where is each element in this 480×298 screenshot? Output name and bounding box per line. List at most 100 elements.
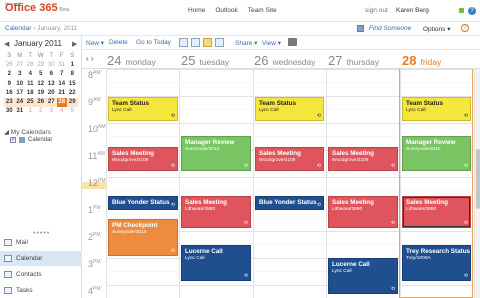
view-button[interactable]: View ▾ <box>262 39 281 47</box>
mini-calendar-day[interactable]: 30 <box>4 107 15 116</box>
mini-calendar-day[interactable]: 1 <box>25 107 36 116</box>
calendar-event-selected[interactable]: Sales Meeting Lithware/3890 ⟲ <box>402 196 471 228</box>
mini-calendar-day[interactable]: 2 <box>4 70 15 79</box>
calendar-event[interactable]: Sales Meeting Lithware/3890 ⟲ <box>181 196 251 228</box>
calendar-event[interactable]: Team Status Lync Call ⟲ <box>108 97 178 121</box>
mini-calendar-day[interactable]: 17 <box>15 89 26 98</box>
nav-home-link[interactable]: Home <box>188 7 205 14</box>
mini-calendar-day[interactable]: 4 <box>25 70 36 79</box>
nav-item-contacts[interactable]: Contacts <box>0 267 82 282</box>
go-to-today-button[interactable]: Go to Today <box>136 39 171 46</box>
mini-calendar-day[interactable]: 6 <box>46 70 57 79</box>
breadcrumb-calendar-link[interactable]: Calendar <box>5 25 31 32</box>
calendar-event[interactable]: Team Status Lync Call ⟲ <box>402 97 471 121</box>
scrollbar-thumb[interactable] <box>476 149 480 209</box>
day-header-wednesday[interactable]: 26 wednesday <box>254 53 315 68</box>
day-header-tuesday[interactable]: 25 tuesday <box>181 53 229 68</box>
mini-calendar-day[interactable]: 26 <box>4 61 15 70</box>
mini-calendar-day[interactable]: 10 <box>15 80 26 89</box>
find-someone-link[interactable]: Find Someone <box>369 25 411 32</box>
print-icon[interactable] <box>288 38 297 46</box>
day-view-icon[interactable] <box>179 38 188 47</box>
nav-teamsite-link[interactable]: Team Site <box>248 7 277 14</box>
mini-calendar-day[interactable]: 23 <box>4 97 15 108</box>
mini-calendar-day[interactable]: 7 <box>57 70 68 79</box>
calendar-list-item[interactable]: ✓ Calendar <box>10 137 52 143</box>
nav-item-tasks[interactable]: Tasks <box>0 283 82 298</box>
mini-calendar-day[interactable]: 14 <box>57 80 68 89</box>
calendar-checkbox[interactable]: ✓ <box>10 137 16 143</box>
calendar-event[interactable]: Team Status Lync Call ⟲ <box>255 97 324 121</box>
mini-calendar-day[interactable]: 21 <box>57 89 68 98</box>
mini-calendar-day[interactable]: 20 <box>46 89 57 98</box>
mini-calendar-day[interactable]: 8 <box>67 70 78 79</box>
mini-calendar-next-icon[interactable]: ▶ <box>72 40 77 48</box>
mini-calendar-day[interactable]: 11 <box>25 80 36 89</box>
mini-calendar-day[interactable]: 5 <box>67 107 78 116</box>
week-view-icon[interactable] <box>203 38 212 47</box>
nav-item-mail[interactable]: Mail <box>0 235 82 250</box>
mini-calendar-day[interactable]: 24 <box>14 97 25 108</box>
calendar-event[interactable]: Sales Meeting Woodgrove/2109 ⟲ <box>108 147 178 171</box>
sign-out-link[interactable]: sign out <box>365 7 388 14</box>
calendar-event[interactable]: Manager Review Sunnyvale/2010 ⟲ <box>402 136 471 171</box>
my-calendars-header[interactable]: ◢ My Calendars <box>4 128 51 136</box>
mini-calendar-day[interactable]: 15 <box>67 80 78 89</box>
calendar-event[interactable]: Sales Meeting Woodgrove/2109 ⟲ <box>255 147 324 171</box>
calendar-event[interactable]: Sales Meeting Woodgrove/2109 ⟲ <box>328 147 398 171</box>
week-time-grid[interactable]: 8AM 9AM 10AM 11AM 12PM 1PM 2PM 3PM 4PM T… <box>82 69 474 298</box>
vertical-scrollbar[interactable] <box>474 69 480 298</box>
calendar-event[interactable]: Manager Review Sunnyvale/2010 ⟲ <box>181 136 251 171</box>
calendar-event[interactable]: Blue Yonder Status ⟲ <box>108 196 178 210</box>
mini-calendar-day[interactable]: 12 <box>36 80 47 89</box>
work-week-view-icon[interactable] <box>191 38 200 47</box>
mini-calendar-day[interactable]: 18 <box>25 89 36 98</box>
mini-calendar-day[interactable]: 31 <box>15 107 26 116</box>
mini-calendar-day[interactable]: 2 <box>36 107 47 116</box>
calendar-event[interactable]: Sales Meeting Lithware/3890 ⟲ <box>328 196 398 228</box>
help-question-icon[interactable]: ? <box>461 24 469 32</box>
mini-calendar-day[interactable]: 1 <box>67 61 78 70</box>
mini-calendar-day[interactable]: 29 <box>67 97 78 108</box>
help-icon[interactable]: ? <box>468 7 476 15</box>
mini-calendar-day[interactable]: 27 <box>46 97 57 108</box>
delete-button[interactable]: Delete <box>109 39 128 46</box>
recurring-icon: ⟲ <box>170 202 175 208</box>
calendar-event[interactable]: Blue Yonder Status ⟲ <box>255 196 324 210</box>
nav-outlook-link[interactable]: Outlook <box>215 7 237 14</box>
day-header-monday[interactable]: 24 monday <box>107 53 156 68</box>
mini-calendar-today[interactable]: 28 <box>56 97 67 108</box>
options-menu[interactable]: Options ▾ <box>423 25 450 33</box>
office365-logo[interactable]: Microsoft Office 365 Beta <box>5 1 70 14</box>
nav-item-calendar[interactable]: Calendar <box>0 251 82 266</box>
mini-calendar-day[interactable]: 3 <box>15 70 26 79</box>
mini-calendar-day[interactable]: 5 <box>36 70 47 79</box>
mini-calendar-day[interactable]: 9 <box>4 80 15 89</box>
mini-calendar-day[interactable]: 31 <box>57 61 68 70</box>
address-book-icon[interactable] <box>357 25 364 32</box>
mini-calendar-prev-icon[interactable]: ◀ <box>4 40 9 48</box>
calendar-event[interactable]: PM Checkpoint Sunnyvale/2010 ⟲ <box>108 219 178 256</box>
month-view-icon[interactable] <box>215 38 224 47</box>
calendar-event[interactable]: Lucerne Call Lync Call ⟲ <box>181 245 251 281</box>
day-header-thursday[interactable]: 27 thursday <box>328 53 379 68</box>
share-button[interactable]: Share ▾ <box>235 39 257 47</box>
mini-calendar-day[interactable]: 19 <box>36 89 47 98</box>
day-header-friday[interactable]: 28 friday <box>402 53 441 68</box>
mini-calendar-day[interactable]: 16 <box>4 89 15 98</box>
mini-calendar-day[interactable]: 26 <box>35 97 46 108</box>
mini-calendar-day[interactable]: 4 <box>57 107 68 116</box>
mini-calendar-day[interactable]: 22 <box>67 89 78 98</box>
user-name[interactable]: Karen Berg <box>396 7 429 14</box>
mini-calendar-day[interactable]: 30 <box>46 61 57 70</box>
mini-calendar-day[interactable]: 3 <box>46 107 57 116</box>
mini-calendar-day[interactable]: 28 <box>25 61 36 70</box>
calendar-event[interactable]: Lucerne Call Lync Call ⟲ <box>328 258 398 294</box>
mini-calendar-day[interactable]: 13 <box>46 80 57 89</box>
prev-next-arrows-icon[interactable]: ‹ › <box>86 54 94 63</box>
calendar-event[interactable]: Trey Research Status Trey/1000A ⟲ <box>402 245 471 281</box>
new-button[interactable]: New ▾ <box>86 39 104 47</box>
mini-calendar-day[interactable]: 27 <box>15 61 26 70</box>
mini-calendar-day[interactable]: 25 <box>25 97 36 108</box>
mini-calendar-day[interactable]: 29 <box>36 61 47 70</box>
